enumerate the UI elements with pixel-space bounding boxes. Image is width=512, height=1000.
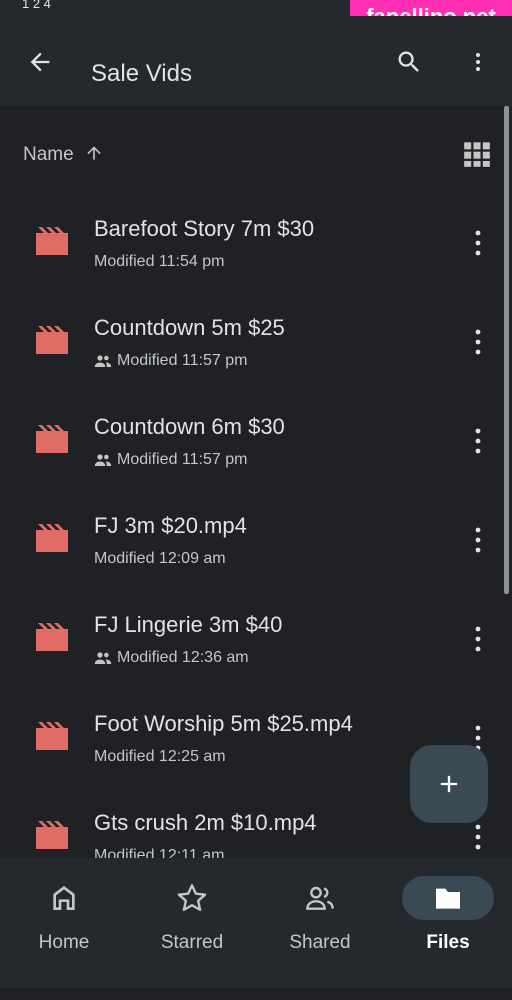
list-item[interactable]: Barefoot Story 7m $30 Modified 11:54 pm — [0, 182, 500, 281]
list-item[interactable]: FJ 3m $20.mp4 Modified 12:09 am — [0, 479, 500, 578]
file-modified: Modified 12:36 am — [94, 649, 249, 667]
arrow-upward-icon[interactable] — [84, 142, 104, 164]
file-name: Gts crush 2m $10.mp4 — [94, 810, 317, 835]
shared-people-icon — [94, 355, 112, 367]
folder-icon — [436, 888, 460, 909]
grid-view-icon[interactable] — [463, 140, 491, 168]
file-name: Barefoot Story 7m $30 — [94, 216, 315, 241]
video-file-icon — [36, 623, 68, 651]
file-name: FJ 3m $20.mp4 — [94, 513, 247, 538]
sort-button[interactable]: Name — [23, 144, 74, 166]
search-button[interactable] — [389, 42, 429, 82]
shared-people-icon — [94, 454, 112, 466]
add-button[interactable] — [410, 745, 488, 823]
modified-text: Modified 11:54 pm — [94, 253, 225, 270]
arrow-back-icon — [30, 52, 50, 72]
video-file-icon — [36, 326, 68, 354]
more-vert-icon[interactable] — [466, 822, 490, 852]
nav-item-starred[interactable]: Starred — [128, 858, 256, 988]
scrollbar[interactable] — [504, 106, 509, 594]
nav-label: Home — [38, 932, 90, 953]
more-vert-icon — [476, 53, 480, 71]
file-name: Countdown 6m $30 — [94, 414, 285, 439]
people-icon — [306, 886, 334, 910]
file-modified: Modified 11:57 pm — [94, 352, 247, 370]
file-name: Foot Worship 5m $25.mp4 — [94, 711, 353, 736]
modified-text: Modified 12:25 am — [94, 748, 226, 765]
system-nav-strip — [0, 988, 512, 1000]
plus-icon — [440, 775, 458, 793]
list-item[interactable]: Countdown 5m $25 Modified 11:57 pm — [0, 281, 500, 380]
modified-text: Modified 12:09 am — [94, 550, 226, 567]
video-file-icon — [36, 227, 68, 255]
more-vert-icon[interactable] — [466, 327, 490, 357]
video-file-icon — [36, 722, 68, 750]
nav-label: Shared — [289, 932, 351, 953]
nav-item-files[interactable]: Files — [384, 858, 512, 988]
file-name: Countdown 5m $25 — [94, 315, 285, 340]
more-options-button[interactable] — [458, 42, 498, 82]
page-title: Sale Vids — [91, 60, 192, 87]
home-icon — [53, 886, 75, 910]
back-button[interactable] — [20, 42, 60, 82]
video-file-icon — [36, 425, 68, 453]
file-modified: Modified 12:11 am — [94, 847, 224, 858]
video-file-icon — [36, 821, 68, 849]
file-modified: Modified 11:54 pm — [94, 253, 224, 271]
star-icon — [177, 884, 207, 912]
modified-text: Modified 12:11 am — [94, 847, 225, 858]
bottom-navigation: Home Starred Shared Files — [0, 858, 512, 988]
more-vert-icon[interactable] — [466, 624, 490, 654]
nav-label: Starred — [160, 932, 224, 953]
more-vert-icon[interactable] — [466, 426, 490, 456]
search-icon — [398, 51, 419, 72]
video-file-icon — [36, 524, 68, 552]
modified-text: Modified 12:36 am — [117, 649, 249, 666]
modified-text: Modified 11:57 pm — [117, 352, 248, 369]
status-bar-text: 1 2 4 — [22, 0, 51, 11]
modified-text: Modified 11:57 pm — [117, 451, 248, 468]
list-item[interactable]: FJ Lingerie 3m $40 Modified 12:36 am — [0, 578, 500, 677]
app-bar: Sale Vids — [0, 16, 512, 106]
shared-people-icon — [94, 652, 112, 664]
file-modified: Modified 12:25 am — [94, 748, 226, 766]
more-vert-icon[interactable] — [466, 228, 490, 258]
nav-label: Files — [426, 932, 470, 953]
more-vert-icon[interactable] — [466, 525, 490, 555]
nav-item-shared[interactable]: Shared — [256, 858, 384, 988]
file-modified: Modified 12:09 am — [94, 550, 226, 568]
file-modified: Modified 11:57 pm — [94, 451, 247, 469]
file-name: FJ Lingerie 3m $40 — [94, 612, 283, 637]
nav-item-home[interactable]: Home — [0, 858, 128, 988]
list-item[interactable]: Countdown 6m $30 Modified 11:57 pm — [0, 380, 500, 479]
